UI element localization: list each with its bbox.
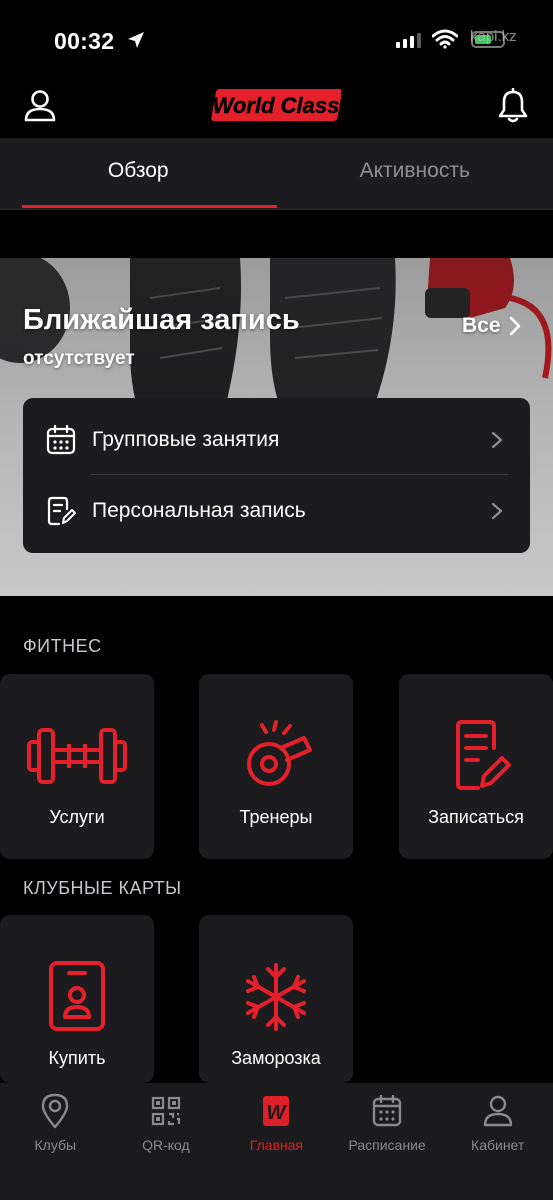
- nav-schedule[interactable]: Расписание: [332, 1083, 443, 1200]
- nav-qr-code[interactable]: QR-код: [111, 1083, 222, 1200]
- nav-home[interactable]: W Главная: [221, 1083, 332, 1200]
- world-class-w-icon: W: [263, 1096, 290, 1126]
- book-tile[interactable]: Записаться: [399, 674, 553, 859]
- tab-activity-label: Активность: [359, 158, 470, 182]
- nav-cabinet-label: Кабинет: [471, 1137, 525, 1153]
- freeze-tile[interactable]: Заморозка: [199, 915, 353, 1083]
- tab-overview-label: Обзор: [107, 158, 169, 182]
- tab-overview[interactable]: Обзор: [0, 138, 277, 209]
- trainers-tile[interactable]: Тренеры: [199, 674, 353, 859]
- chevron-right-icon: [509, 316, 520, 336]
- trainers-label: Тренеры: [239, 807, 313, 827]
- buy-label: Купить: [48, 1048, 106, 1068]
- wifi-icon: [432, 29, 458, 49]
- chevron-right-icon: [491, 431, 503, 449]
- active-tab-indicator: [22, 205, 277, 208]
- tab-activity[interactable]: Активность: [277, 138, 553, 209]
- watermark: kapi.kz: [470, 28, 517, 45]
- badge-person-icon: [49, 961, 105, 1031]
- view-all-button[interactable]: Все: [462, 314, 521, 338]
- group-classes-label: Групповые занятия: [92, 428, 280, 451]
- nav-schedule-label: Расписание: [348, 1137, 426, 1153]
- status-bar: 00:32 kapi.kz: [0, 0, 553, 80]
- personal-booking-label: Персональная запись: [92, 499, 306, 522]
- calendar-icon: [372, 1094, 402, 1127]
- location-pin-icon: [42, 1093, 69, 1129]
- nav-qr-code-label: QR-код: [142, 1137, 190, 1153]
- fitness-section-title: ФИТНЕС: [23, 636, 102, 656]
- chevron-right-icon: [491, 502, 503, 520]
- tab-bar: Обзор Активность: [0, 138, 553, 210]
- status-time: 00:32: [54, 28, 115, 54]
- document-edit-icon: [456, 720, 511, 790]
- dumbbell-icon: [27, 728, 127, 784]
- nav-clubs-label: Клубы: [34, 1137, 77, 1153]
- profile-icon: [483, 1095, 512, 1127]
- book-label: Записаться: [428, 807, 524, 827]
- profile-icon[interactable]: [22, 88, 58, 124]
- bottom-navigation: Клубы QR-код W Главная Расписание Кабине…: [0, 1083, 553, 1200]
- whistle-icon: [247, 720, 312, 786]
- services-tile[interactable]: Услуги: [0, 674, 154, 859]
- group-classes-row[interactable]: Групповые занятия: [23, 404, 530, 476]
- view-all-label: Все: [462, 314, 501, 337]
- nav-cabinet[interactable]: Кабинет: [442, 1083, 553, 1200]
- club-cards-section-title: КЛУБНЫЕ КАРТЫ: [23, 878, 182, 898]
- booking-options-card: Групповые занятия Персональная запись: [23, 398, 530, 553]
- freeze-label: Заморозка: [231, 1048, 321, 1068]
- cellular-signal-icon: [396, 32, 421, 48]
- qr-code-icon: [151, 1096, 180, 1126]
- personal-booking-row[interactable]: Персональная запись: [23, 475, 530, 547]
- services-label: Услуги: [49, 807, 105, 827]
- calendar-icon: [46, 424, 76, 455]
- bell-icon[interactable]: [496, 88, 530, 124]
- svg-text:World Class: World Class: [213, 93, 340, 118]
- world-class-logo: World Class: [211, 89, 341, 121]
- app-header: World Class: [0, 80, 553, 138]
- nav-home-label: Главная: [249, 1137, 304, 1153]
- upcoming-subtitle: отсутствует: [23, 348, 135, 369]
- upcoming-hero: Ближайшая запись отсутствует Все Группов…: [0, 258, 553, 596]
- document-edit-icon: [47, 496, 76, 526]
- location-arrow-icon: [128, 32, 144, 48]
- snowflake-icon: [246, 963, 306, 1031]
- buy-tile[interactable]: Купить: [0, 915, 154, 1083]
- svg-text:W: W: [267, 1102, 288, 1124]
- nav-clubs[interactable]: Клубы: [0, 1083, 111, 1200]
- upcoming-title: Ближайшая запись: [23, 304, 300, 336]
